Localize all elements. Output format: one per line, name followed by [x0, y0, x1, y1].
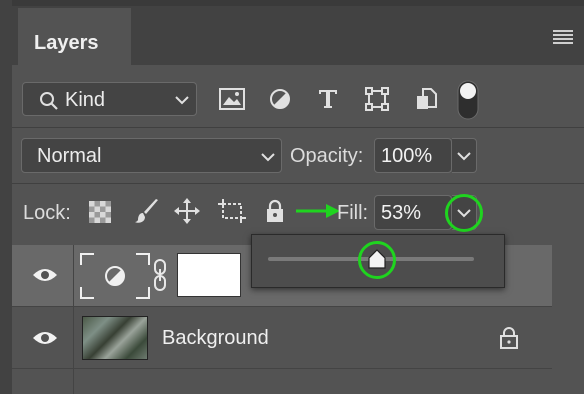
layer-name[interactable]: Background — [162, 327, 269, 350]
lock-label: Lock: — [23, 202, 71, 224]
kind-filter-label: Kind — [65, 89, 106, 111]
chevron-down-icon — [457, 152, 471, 161]
hamburger-menu-icon[interactable] — [553, 30, 573, 44]
lock-artboard-icon[interactable] — [218, 199, 246, 223]
divider — [12, 183, 584, 184]
type-filter-icon[interactable] — [317, 88, 339, 110]
fill-label: Fill: — [337, 202, 369, 224]
chevron-down-icon — [261, 153, 275, 162]
eye-visibility-icon[interactable] — [32, 267, 58, 283]
panel-tab-bar: Layers — [12, 0, 584, 65]
smart-object-filter-icon[interactable] — [415, 87, 437, 111]
image-filter-icon[interactable] — [219, 88, 245, 110]
lock-all-icon[interactable] — [265, 199, 285, 223]
filter-toggle-icon[interactable] — [457, 80, 479, 120]
layer-row-background[interactable]: Background — [12, 307, 552, 369]
divider — [12, 127, 584, 128]
background-layer-thumbnail[interactable] — [82, 316, 148, 360]
search-icon — [40, 92, 58, 110]
tab-layers-label: Layers — [34, 32, 99, 54]
opacity-value: 100% — [381, 145, 433, 167]
lock-image-pixels-icon[interactable] — [134, 198, 160, 224]
tab-layers[interactable]: Layers — [18, 8, 131, 65]
lock-transparent-pixels-icon[interactable] — [89, 201, 111, 223]
fill-input[interactable]: 53% — [374, 195, 452, 230]
blend-mode-value: Normal — [37, 145, 102, 167]
left-edge — [0, 0, 12, 394]
layers-panel: Layers Kind Normal Opacity: 100% Lock: F… — [12, 0, 584, 394]
divider — [12, 368, 552, 369]
adjustment-layer-thumbnail[interactable] — [80, 253, 150, 299]
lock-position-icon[interactable] — [174, 198, 200, 224]
shape-filter-icon[interactable] — [365, 87, 389, 111]
opacity-dropdown-button[interactable] — [452, 138, 477, 173]
fill-slider-popup — [251, 234, 505, 288]
visibility-column-divider — [73, 245, 74, 394]
link-chain-icon[interactable] — [152, 259, 168, 291]
chevron-down-icon — [175, 96, 189, 105]
fill-value: 53% — [381, 202, 422, 224]
highlight-ring — [445, 194, 483, 232]
opacity-input[interactable]: 100% — [374, 138, 452, 173]
adjustment-filter-icon[interactable] — [269, 88, 291, 110]
panel-top-edge — [12, 0, 584, 6]
opacity-label: Opacity: — [290, 145, 364, 167]
layer-lock-icon — [500, 327, 518, 349]
eye-visibility-icon[interactable] — [32, 330, 58, 346]
layer-mask-thumbnail[interactable] — [177, 253, 241, 297]
green-annotation-arrow-icon — [296, 204, 340, 218]
highlight-ring — [358, 241, 397, 279]
kind-filter-select[interactable]: Kind — [22, 82, 197, 116]
blend-mode-select[interactable]: Normal — [21, 138, 282, 173]
